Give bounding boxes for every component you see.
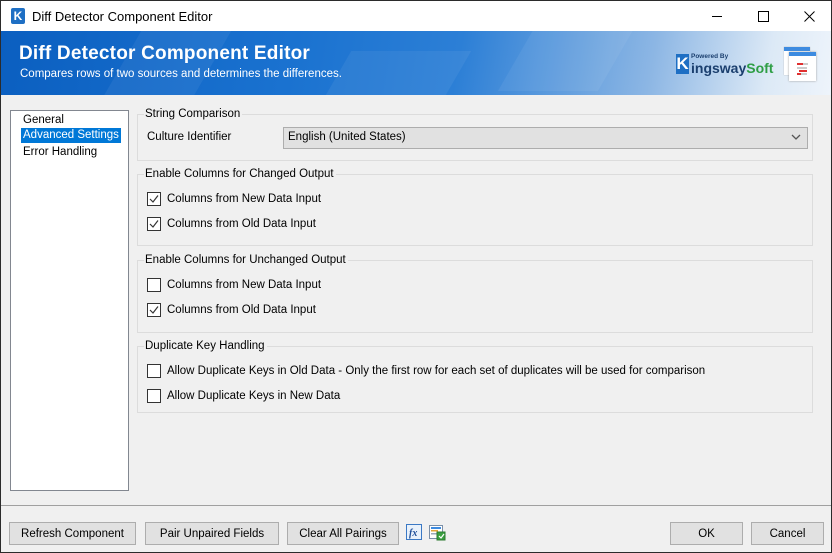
header-banner: Diff Detector Component Editor Compares … [1,31,831,95]
checkbox-label: Columns from New Data Input [167,193,322,205]
logo-powered-by: Powered By [691,53,729,60]
title-bar: K Diff Detector Component Editor [1,1,831,31]
checkbox-box[interactable] [147,192,161,206]
checkmark-icon [149,195,159,203]
checkmark-icon [149,306,159,314]
pair-unpaired-fields-button[interactable]: Pair Unpaired Fields [145,522,279,545]
table-mapping-button[interactable] [429,524,446,541]
checkbox-label: Columns from New Data Input [167,279,322,291]
unchanged-new-data-checkbox[interactable]: Columns from New Data Input [147,278,321,292]
culture-identifier-label: Culture Identifier [147,131,232,143]
banner-title: Diff Detector Component Editor [19,43,310,64]
unchanged-old-data-checkbox[interactable]: Columns from Old Data Input [147,303,316,317]
logo-k-icon: K [676,54,689,74]
unchanged-output-group: Enable Columns for Unchanged Output Colu… [137,253,813,333]
nav-item-error-handling[interactable]: Error Handling [21,145,99,160]
fx-expression-button[interactable]: fx [406,524,423,541]
logo-name: ingswaySoft [691,60,773,76]
allow-duplicate-old-checkbox[interactable]: Allow Duplicate Keys in Old Data - Only … [147,364,705,378]
chevron-down-icon [791,134,801,140]
nav-item-advanced-settings[interactable]: Advanced Settings [21,128,121,143]
maximize-icon [757,10,769,22]
close-icon [803,10,815,22]
close-button[interactable] [786,1,832,31]
checkbox-label: Allow Duplicate Keys in New Data [167,390,341,402]
svg-text:fx: fx [409,528,417,539]
banner-decoration [497,31,645,91]
table-mapping-icon [429,525,446,541]
checkbox-box[interactable] [147,364,161,378]
nav-item-general[interactable]: General [21,113,66,128]
component-document-icon [784,47,818,81]
culture-identifier-dropdown[interactable]: English (United States) [283,127,808,149]
checkbox-box[interactable] [147,303,161,317]
changed-output-legend: Enable Columns for Changed Output [144,167,336,181]
footer-separator [1,505,831,506]
checkbox-label: Columns from Old Data Input [167,218,316,230]
clear-all-pairings-button[interactable]: Clear All Pairings [287,522,399,545]
string-comparison-legend: String Comparison [144,107,243,121]
changed-output-group: Enable Columns for Changed Output Column… [137,167,813,246]
checkbox-box[interactable] [147,389,161,403]
banner-subtitle: Compares rows of two sources and determi… [20,68,342,80]
minimize-icon [712,15,722,17]
checkbox-label: Allow Duplicate Keys in Old Data - Only … [167,365,706,377]
settings-nav-list: General Advanced Settings Error Handling [10,110,129,491]
duplicate-key-legend: Duplicate Key Handling [144,339,267,353]
refresh-component-button[interactable]: Refresh Component [9,522,136,545]
logo-name-part2: Soft [746,60,774,76]
checkbox-box[interactable] [147,217,161,231]
checkbox-box[interactable] [147,278,161,292]
allow-duplicate-new-checkbox[interactable]: Allow Duplicate Keys in New Data [147,389,340,403]
logo-name-part1: ingsway [691,60,747,76]
kingswaysoft-app-icon: K [11,8,25,24]
ok-button[interactable]: OK [670,522,743,545]
maximize-button[interactable] [740,1,786,31]
checkmark-icon [149,220,159,228]
changed-new-data-checkbox[interactable]: Columns from New Data Input [147,192,321,206]
unchanged-output-legend: Enable Columns for Unchanged Output [144,253,348,267]
duplicate-key-group: Duplicate Key Handling Allow Duplicate K… [137,339,813,413]
minimize-button[interactable] [694,1,740,31]
string-comparison-group: String Comparison Culture Identifier Eng… [137,107,813,161]
window-title: Diff Detector Component Editor [32,9,213,24]
fx-expression-icon: fx [406,524,422,540]
changed-old-data-checkbox[interactable]: Columns from Old Data Input [147,217,316,231]
dialog-window: K Diff Detector Component Editor Diff De… [0,0,832,553]
cancel-button[interactable]: Cancel [751,522,824,545]
checkbox-label: Columns from Old Data Input [167,304,316,316]
culture-identifier-value: English (United States) [288,131,406,143]
